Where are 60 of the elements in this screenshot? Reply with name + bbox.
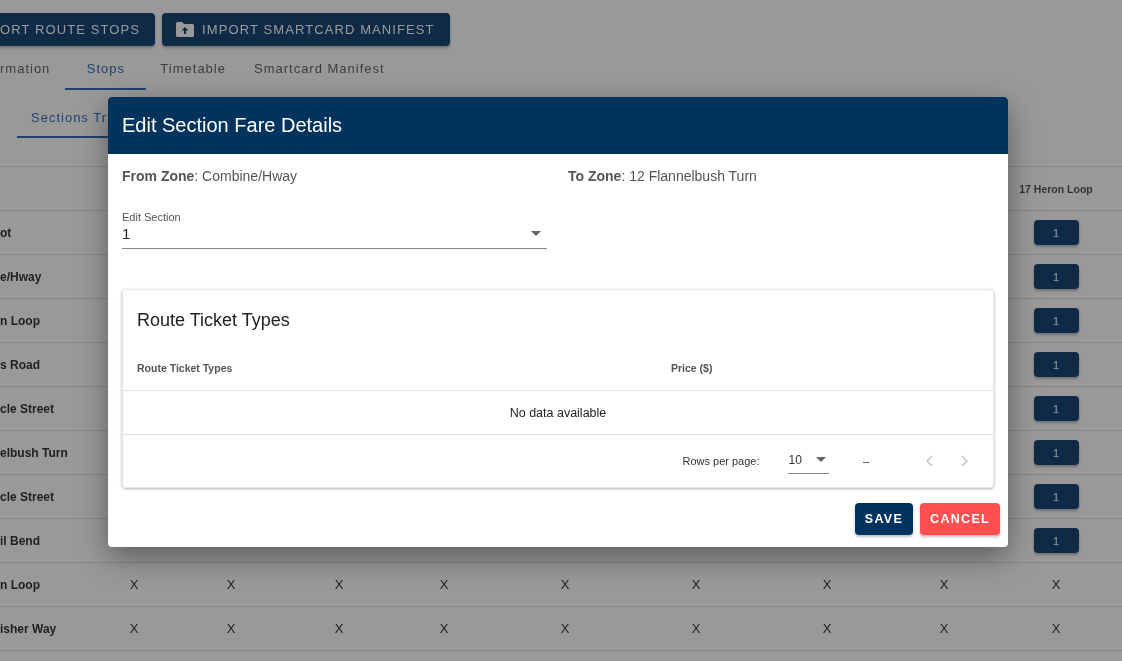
row-label: n Loop [0, 313, 40, 328]
table-cell: X [439, 621, 449, 636]
table-cell: X [129, 577, 139, 592]
table-cell: X [939, 577, 949, 592]
table-cell: X [560, 621, 570, 636]
zone-text: From Zone: Combine/Hway [122, 168, 299, 184]
save-button[interactable]: SAVE [854, 503, 914, 535]
table-cell: X [439, 577, 449, 592]
caret-icon [531, 231, 541, 236]
row-label: isher Way [0, 621, 57, 636]
row-label: elbush Turn [0, 445, 68, 460]
section-button[interactable]: 1 [1033, 308, 1079, 333]
column-header: Route Ticket Types [137, 362, 234, 374]
section-button[interactable]: 1 [1033, 440, 1079, 465]
rows-per-page-select[interactable]: 10 [787, 448, 829, 474]
table-cell: X [129, 621, 139, 636]
zone-text: To Zone: 12 Flannelbush Turn [568, 168, 758, 184]
tab[interactable]: Timetable [146, 48, 240, 90]
folder-upload-icon [176, 22, 195, 37]
column-header: 17 Heron Loop [1018, 181, 1094, 197]
toolbar-button[interactable]: ORT ROUTE STOPS [0, 13, 156, 46]
table-cell: X [560, 577, 570, 592]
section-button[interactable]: 1 [1033, 352, 1079, 377]
table-cell: X [226, 621, 236, 636]
section-button[interactable]: 1 [1033, 528, 1079, 553]
toolbar-button[interactable]: IMPORT SMARTCARD MANIFEST [162, 13, 450, 46]
caret-icon [815, 457, 826, 462]
card-title: Route Ticket Types [136, 309, 291, 332]
empty-message: No data available [509, 405, 607, 420]
table-cell: X [226, 577, 236, 592]
table-cell: X [939, 621, 949, 636]
table-cell: X [1051, 577, 1061, 592]
section-select[interactable]: Edit Section 1 [122, 211, 547, 249]
table-cell: X [334, 621, 344, 636]
table-cell: X [691, 577, 701, 592]
section-button[interactable]: 1 [1033, 484, 1079, 509]
table-cell: X [822, 577, 832, 592]
section-button[interactable]: 1 [1033, 396, 1079, 421]
row-label: il Bend [0, 533, 40, 548]
chevron-right-icon [961, 455, 969, 467]
table-cell: X [691, 621, 701, 636]
row-label: s Road [0, 357, 40, 372]
table-cell: X [822, 621, 832, 636]
table-cell: X [334, 577, 344, 592]
row-label: cle Street [0, 489, 55, 504]
section-button[interactable]: 1 [1033, 220, 1079, 245]
cancel-button[interactable]: CANCEL [920, 503, 1000, 535]
row-label: cle Street [0, 401, 55, 416]
tab[interactable]: Smartcard Manifest [239, 48, 399, 90]
table-cell: X [1051, 621, 1061, 636]
row-label: e/Hway [0, 269, 42, 284]
row-label: ot [0, 225, 12, 240]
section-button[interactable]: 1 [1033, 264, 1079, 289]
tab[interactable]: rmation [0, 48, 66, 90]
column-header: Price ($) [671, 362, 713, 374]
row-label: n Loop [0, 577, 40, 592]
page-range: – [862, 455, 869, 467]
chevron-left-icon [925, 455, 933, 467]
rows-per-page-label: Rows per page: [682, 455, 760, 467]
tab[interactable]: Stops [65, 48, 147, 90]
